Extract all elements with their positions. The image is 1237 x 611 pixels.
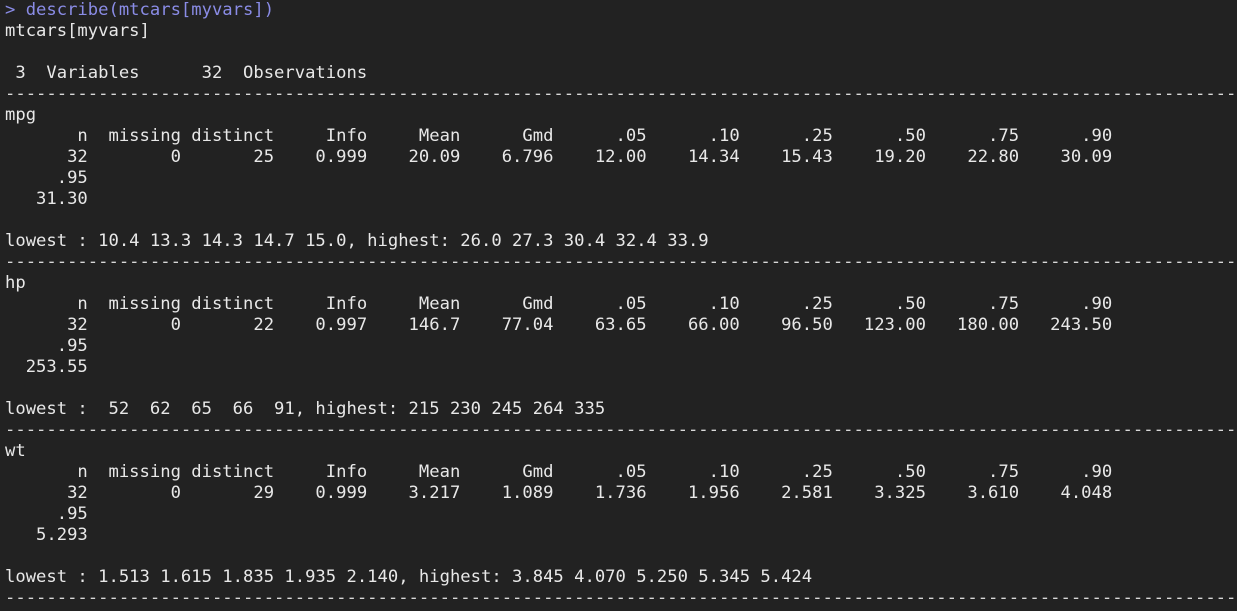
separator-line: ----------------------------------------… <box>5 588 1237 608</box>
stats-header-row: n missing distinct Info Mean Gmd .05 .10… <box>5 294 1113 314</box>
stats-value-row: 32 0 22 0.997 146.7 77.04 63.65 66.00 96… <box>5 315 1113 335</box>
extremes-line: lowest : 1.513 1.615 1.835 1.935 2.140, … <box>5 567 813 587</box>
extremes-line: lowest : 10.4 13.3 14.3 14.7 15.0, highe… <box>5 231 709 251</box>
stats-extra-value: 5.293 <box>5 525 88 545</box>
separator-line: ----------------------------------------… <box>5 252 1237 272</box>
variable-name-wt: wt <box>5 441 26 461</box>
r-console-output[interactable]: > describe(mtcars[myvars]) mtcars[myvars… <box>5 0 1237 611</box>
stats-header-row: n missing distinct Info Mean Gmd .05 .10… <box>5 126 1113 146</box>
variable-name-mpg: mpg <box>5 105 37 125</box>
summary-line: 3 Variables 32 Observations <box>5 63 368 83</box>
stats-extra-header: .95 <box>5 168 88 188</box>
extremes-line: lowest : 52 62 65 66 91, highest: 215 23… <box>5 399 606 419</box>
stats-value-row: 32 0 29 0.999 3.217 1.089 1.736 1.956 2.… <box>5 483 1113 503</box>
console-command-line: > describe(mtcars[myvars]) <box>5 0 275 20</box>
stats-extra-value: 253.55 <box>5 357 88 377</box>
separator-line: ----------------------------------------… <box>5 84 1237 104</box>
separator-line: ----------------------------------------… <box>5 420 1237 440</box>
output-header-line: mtcars[myvars] <box>5 21 150 41</box>
stats-extra-value: 31.30 <box>5 189 88 209</box>
stats-value-row: 32 0 25 0.999 20.09 6.796 12.00 14.34 15… <box>5 147 1113 167</box>
stats-header-row: n missing distinct Info Mean Gmd .05 .10… <box>5 462 1113 482</box>
stats-extra-header: .95 <box>5 336 88 356</box>
variable-name-hp: hp <box>5 273 26 293</box>
stats-extra-header: .95 <box>5 504 88 524</box>
